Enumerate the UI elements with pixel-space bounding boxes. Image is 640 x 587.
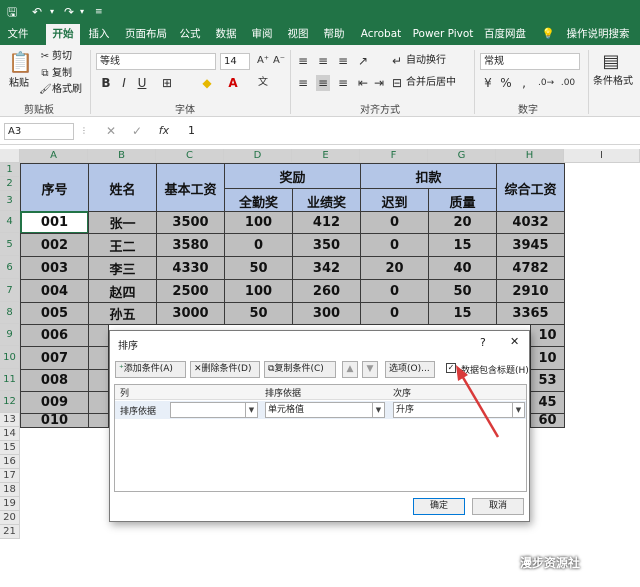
annotation-arrow <box>456 365 500 438</box>
arrow-shaft <box>459 373 500 438</box>
watermark: 漫步资源社 <box>520 556 581 570</box>
arrow-head <box>456 365 468 381</box>
